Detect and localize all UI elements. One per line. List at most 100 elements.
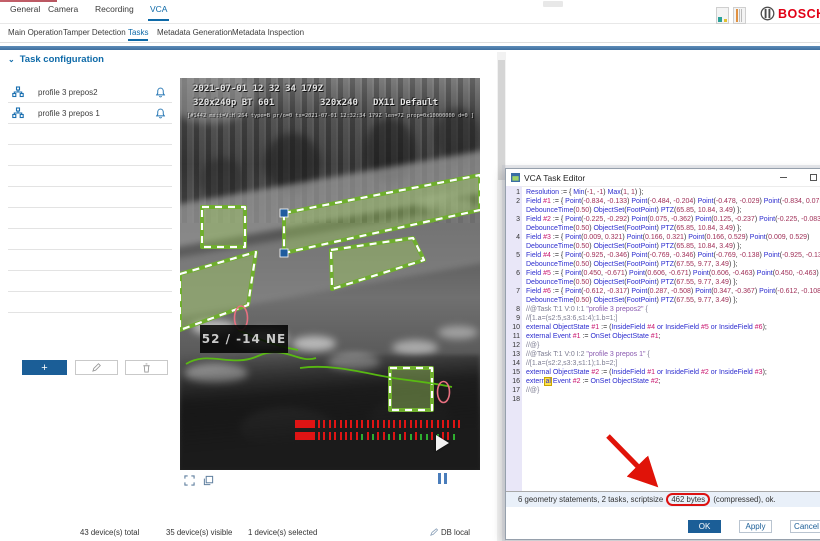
script-editor[interactable]: 1Resolution := { Min(-1, -1) Max(1, 1) }… [506,188,820,491]
task-row-empty[interactable] [8,271,172,292]
snapshot-copy-button[interactable] [203,473,214,491]
script-line[interactable]: 15external ObjectState #2 := (InsideFiel… [506,368,820,377]
section-divider-band [0,46,820,50]
tab-camera[interactable]: Camera [48,4,78,14]
script-line[interactable]: 17//@} [506,386,820,395]
ok-button[interactable]: OK [688,520,721,533]
tab-recording[interactable]: Recording [95,4,134,14]
expand-icon [184,475,195,486]
task-row-empty[interactable] [8,250,172,271]
line-number: 1 [506,188,523,197]
script-line[interactable]: 10external ObjectState #1 := (InsideFiel… [506,323,820,332]
object-speed-label: 52 / -14 NE [200,325,288,353]
edit-task-button[interactable] [75,360,118,375]
vca-field-1[interactable] [202,207,245,247]
devices-visible: 35 device(s) visible [166,528,232,537]
script-line[interactable]: 2Field #1 := { Point(-0.834, -0.133) Poi… [506,197,820,215]
text-cursor: al [545,378,550,385]
scrollbar-thumb[interactable] [498,60,505,180]
activity-ticks-row-1 [295,420,464,428]
task-row-empty[interactable] [8,208,172,229]
line-number: 10 [506,323,523,332]
subtab-metadata-generation[interactable]: Metadata Generation [157,28,232,37]
task-row-empty[interactable] [8,166,172,187]
device-status-bar: 43 device(s) total 35 device(s) visible … [0,524,500,541]
task-row-empty[interactable] [8,292,172,313]
vca-field-4[interactable] [180,252,256,330]
script-line[interactable]: 8//@Task T:1 V:0 I:1 "profile 3 prepos2"… [506,305,820,314]
alarm-bell-icon[interactable] [155,108,166,119]
task-list-actions: + [0,360,180,378]
activity-ticks-row-2 [295,432,458,440]
task-configuration-header[interactable]: ⌄Task configuration [8,54,104,65]
vca-field-3[interactable] [331,238,424,289]
line-number: 18 [506,395,523,404]
alarm-bell-icon[interactable] [155,87,166,98]
script-line[interactable]: 9//[1.a=(s2:5,s3:6,s1:4);1.b=1;] [506,314,820,323]
pause-button[interactable] [438,473,447,484]
minimize-icon [780,177,787,178]
script-line[interactable]: 6Field #5 := { Point(0.450, -0.671) Poin… [506,269,820,287]
line-number: 6 [506,269,523,287]
fullscreen-button[interactable] [184,473,195,491]
apply-button[interactable]: Apply [739,520,772,533]
subtab-metadata-inspection[interactable]: Metadata Inspection [232,28,304,37]
add-task-button[interactable]: + [22,360,67,375]
devices-total: 43 device(s) total [80,528,139,537]
task-row-empty[interactable] [8,124,172,145]
camera-live-view: 2021-07-01 12 32 34 179Z 320x240p BT 601… [180,78,480,470]
script-line[interactable]: 1Resolution := { Min(-1, -1) Max(1, 1) }… [506,188,820,197]
script-line[interactable]: 18 [506,395,820,404]
script-line[interactable]: 13//@Task T:1 V:0 I:2 "profile 3 prepos … [506,350,820,359]
bosch-logo: BOSCH [760,6,820,21]
app-window: General Camera Recording VCA BOSCH Main … [0,0,820,541]
field-handle-bottom[interactable] [280,249,288,257]
trash-icon [142,363,151,373]
task-row-empty[interactable] [8,229,172,250]
line-number: 8 [506,305,523,314]
line-number: 12 [506,341,523,350]
minimize-button[interactable] [776,172,790,183]
script-line[interactable]: 7Field #6 := { Point(-0.612, -0.317) Poi… [506,287,820,305]
line-number: 14 [506,359,523,368]
subtab-tasks[interactable]: Tasks [128,28,148,37]
script-line[interactable]: 14//[1.a=(s2:2,s3:3,s1:1);1.b=2;] [506,359,820,368]
db-pen-icon [430,528,438,536]
field-handle-top[interactable] [280,209,288,217]
script-line[interactable]: 16external Event #2 := OnSet ObjectState… [506,377,820,386]
line-number: 11 [506,332,523,341]
filter-panel-icon[interactable] [733,7,746,24]
dialog-title-bar[interactable]: VCA Task Editor [506,169,820,187]
layout-panel-icon[interactable] [716,7,729,24]
subtab-main-operation[interactable]: Main Operation [8,28,63,37]
script-line[interactable]: 11external Event #1 := OnSet ObjectState… [506,332,820,341]
task-row[interactable]: profile 3 prepos2 [8,82,172,103]
script-line[interactable]: 12//@} [506,341,820,350]
bosch-emblem-icon [760,6,775,21]
tab-vca[interactable]: VCA [150,4,167,14]
window-artifact [543,1,563,7]
pencil-icon [92,363,101,372]
line-number: 9 [506,314,523,323]
plus-icon: + [41,363,47,373]
copy-icon [203,475,214,486]
cancel-button[interactable]: Cancel [790,520,820,533]
maximize-button[interactable] [806,172,820,183]
bosch-logo-text: BOSCH [778,7,820,21]
script-line[interactable]: 4Field #3 := { Point(0.009, 0.321) Point… [506,233,820,251]
task-scenario-icon [12,86,24,98]
delete-task-button[interactable] [125,360,168,375]
vca-field-5[interactable] [390,368,432,410]
main-menu-bar: General Camera Recording VCA BOSCH [0,0,820,24]
script-line[interactable]: 5Field #4 := { Point(-0.925, -0.346) Poi… [506,251,820,269]
tab-general[interactable]: General [10,4,40,14]
task-label: profile 3 prepos 1 [38,109,155,118]
script-line[interactable]: 3Field #2 := { Point(-0.225, -0.292) Poi… [506,215,820,233]
task-row-empty[interactable] [8,187,172,208]
task-row[interactable]: profile 3 prepos 1 [8,103,172,124]
line-number: 16 [506,377,523,386]
task-scenario-icon [12,107,24,119]
subtab-tamper-detection[interactable]: Tamper Detection [63,28,126,37]
line-number: 15 [506,368,523,377]
task-row-empty[interactable] [8,145,172,166]
